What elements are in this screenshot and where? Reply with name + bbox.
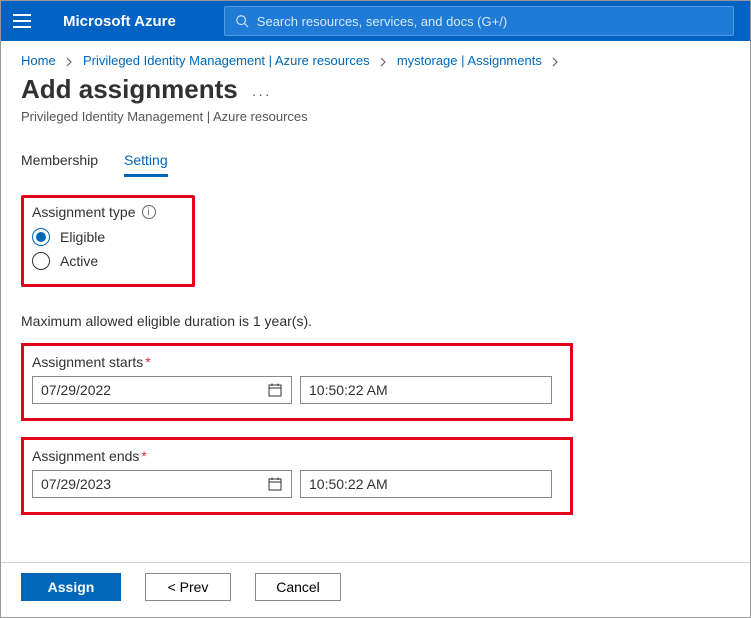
more-actions-icon[interactable]: ··· (252, 86, 272, 102)
assignment-starts-group: Assignment starts* 07/29/2022 10:50:22 A… (21, 343, 573, 421)
search-placeholder: Search resources, services, and docs (G+… (257, 14, 507, 29)
radio-eligible[interactable]: Eligible (32, 228, 184, 246)
assignment-ends-group: Assignment ends* 07/29/2023 10:50:22 AM (21, 437, 573, 515)
end-date-input[interactable]: 07/29/2023 (32, 470, 292, 498)
breadcrumb-pim[interactable]: Privileged Identity Management | Azure r… (83, 53, 370, 68)
footer-actions: Assign < Prev Cancel (1, 562, 750, 617)
assignment-type-label: Assignment type (32, 204, 136, 220)
start-date-input[interactable]: 07/29/2022 (32, 376, 292, 404)
start-time-value: 10:50:22 AM (309, 382, 388, 398)
end-time-value: 10:50:22 AM (309, 476, 388, 492)
assignment-ends-label: Assignment ends (32, 448, 139, 464)
start-date-value: 07/29/2022 (41, 382, 111, 398)
tab-membership[interactable]: Membership (21, 152, 98, 177)
search-icon (235, 14, 249, 28)
chevron-right-icon (379, 53, 387, 68)
breadcrumb: Home Privileged Identity Management | Az… (1, 41, 750, 72)
page-subtitle: Privileged Identity Management | Azure r… (21, 109, 730, 124)
tab-setting[interactable]: Setting (124, 152, 168, 177)
prev-button[interactable]: < Prev (145, 573, 231, 601)
required-indicator: * (141, 448, 146, 464)
end-date-value: 07/29/2023 (41, 476, 111, 492)
tabs: Membership Setting (1, 130, 750, 177)
breadcrumb-home[interactable]: Home (21, 53, 56, 68)
assign-button[interactable]: Assign (21, 573, 121, 601)
breadcrumb-assignments[interactable]: mystorage | Assignments (397, 53, 542, 68)
global-search-input[interactable]: Search resources, services, and docs (G+… (224, 6, 734, 36)
end-time-input[interactable]: 10:50:22 AM (300, 470, 552, 498)
radio-active-label: Active (60, 253, 98, 269)
assignment-type-group: Assignment type i Eligible Active (21, 195, 195, 287)
radio-active[interactable]: Active (32, 252, 184, 270)
hamburger-menu-icon[interactable] (13, 10, 35, 32)
radio-eligible-label: Eligible (60, 229, 105, 245)
page-title: Add assignments (21, 74, 238, 105)
info-icon[interactable]: i (142, 205, 156, 219)
assignment-starts-label: Assignment starts (32, 354, 143, 370)
calendar-icon[interactable] (267, 382, 283, 398)
top-bar: Microsoft Azure Search resources, servic… (1, 1, 750, 41)
brand-label: Microsoft Azure (63, 13, 176, 30)
cancel-button[interactable]: Cancel (255, 573, 341, 601)
start-time-input[interactable]: 10:50:22 AM (300, 376, 552, 404)
chevron-right-icon (65, 53, 73, 68)
chevron-right-icon (551, 53, 559, 68)
required-indicator: * (145, 354, 150, 370)
duration-hint: Maximum allowed eligible duration is 1 y… (21, 313, 730, 329)
calendar-icon[interactable] (267, 476, 283, 492)
